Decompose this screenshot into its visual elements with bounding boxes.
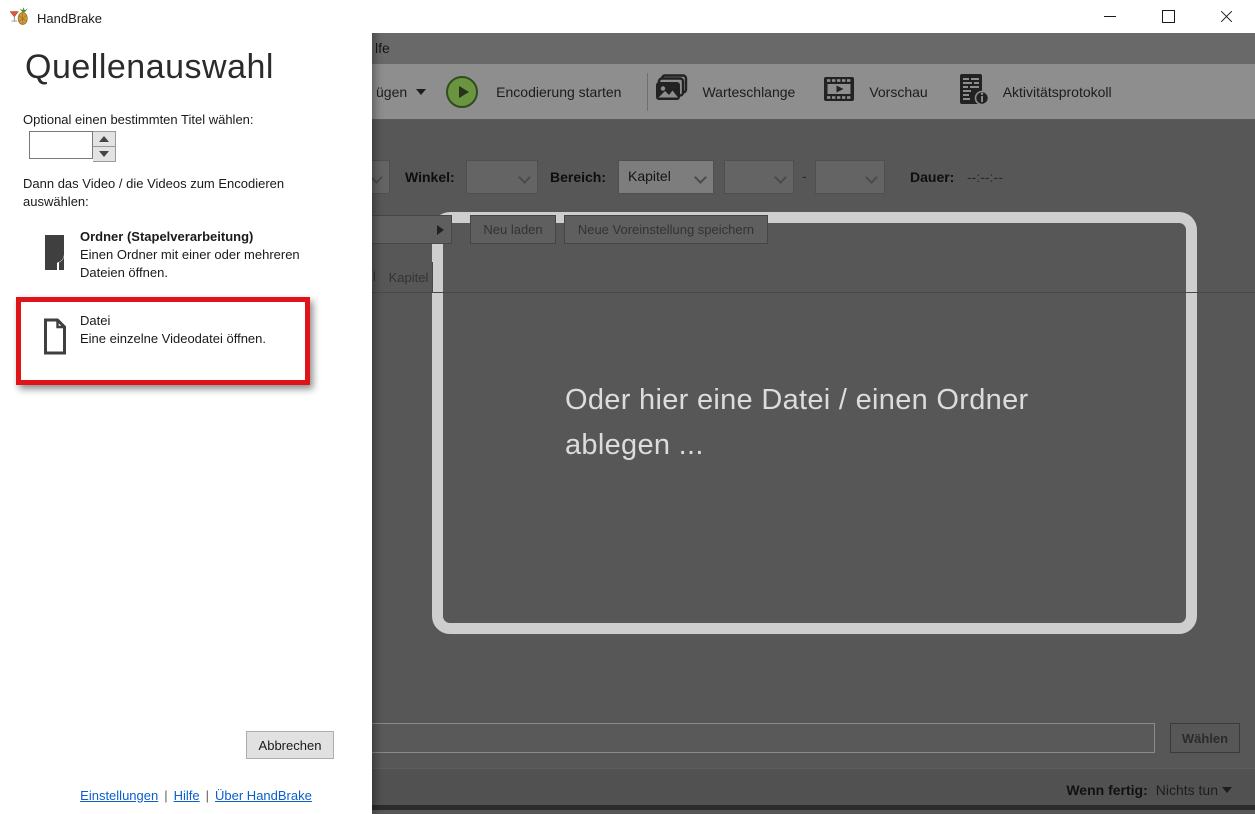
- close-icon: [1220, 10, 1233, 23]
- link-separator: |: [164, 788, 168, 803]
- duration-label: Dauer:: [910, 169, 955, 185]
- range-to-dropdown[interactable]: [815, 160, 885, 194]
- about-link[interactable]: Über HandBrake: [215, 788, 312, 803]
- activity-log-button[interactable]: Aktivitätsprotokoll: [1003, 84, 1112, 100]
- range-type-value: Kapitel: [628, 168, 671, 184]
- link-separator: |: [205, 788, 210, 803]
- maximize-button[interactable]: [1139, 0, 1197, 33]
- cancel-button[interactable]: Abbrechen: [246, 731, 334, 759]
- title-hint: Optional einen bestimmten Titel wählen:: [23, 112, 254, 127]
- instruction-text: Dann das Video / die Videos zum Encodier…: [23, 176, 285, 209]
- add-source-button-fragment[interactable]: ügen: [376, 84, 407, 100]
- drop-zone-message: Oder hier eine Datei / einen Ordner able…: [565, 384, 1029, 461]
- close-button[interactable]: [1197, 0, 1255, 33]
- title-bar: HandBrake: [0, 0, 1255, 33]
- help-link[interactable]: Hilfe: [174, 788, 200, 803]
- range-type-dropdown[interactable]: Kapitel: [618, 160, 714, 194]
- destination-path-field[interactable]: [372, 723, 1155, 753]
- save-preset-button[interactable]: Neue Voreinstellung speichern: [564, 215, 768, 244]
- queue-button[interactable]: Warteschlange: [702, 84, 795, 100]
- start-encode-icon[interactable]: [446, 75, 479, 108]
- range-from-dropdown[interactable]: [724, 160, 794, 194]
- arrow-right-icon: [437, 225, 444, 235]
- chevron-down-icon: [694, 171, 707, 184]
- when-done-control[interactable]: Wenn fertig: Nichts tun: [1066, 782, 1232, 798]
- file-icon: [42, 318, 68, 360]
- option-label: Datei: [80, 313, 111, 328]
- toolbar: ügen Encodierung starten Warteschlange V…: [372, 64, 1255, 120]
- arrow-down-icon: [99, 151, 109, 157]
- when-done-value: Nichts tun: [1155, 782, 1218, 798]
- window-title: HandBrake: [37, 11, 103, 26]
- menu-bar: lfe: [372, 33, 1255, 64]
- main-window-dimmed: lfe ügen Encodierung starten Warteschlan…: [372, 33, 1255, 814]
- title-dropdown-partial[interactable]: [372, 160, 390, 194]
- chevron-down-icon[interactable]: [416, 88, 427, 95]
- option-label: Ordner (Stapelverarbeitung): [80, 229, 254, 244]
- maximize-icon: [1161, 10, 1175, 23]
- minimize-icon: [1104, 16, 1116, 17]
- source-selection-panel: Quellenauswahl Optional einen bestimmten…: [0, 0, 372, 814]
- when-done-label: Wenn fertig:: [1066, 782, 1148, 798]
- preview-button[interactable]: Vorschau: [869, 84, 927, 100]
- tabstrip-divider: [372, 292, 1255, 293]
- tab-fragment[interactable]: l: [373, 269, 376, 284]
- spinner-up-button[interactable]: [93, 132, 115, 146]
- chevron-down-icon: [865, 171, 878, 184]
- reload-preset-button[interactable]: Neu laden: [470, 215, 556, 244]
- folder-batch-icon: [42, 234, 68, 276]
- spinner-down-button[interactable]: [93, 146, 115, 161]
- queue-icon[interactable]: [654, 74, 688, 109]
- menu-item-hilfe-fragment[interactable]: lfe: [375, 40, 390, 56]
- arrow-up-icon: [99, 136, 109, 142]
- option-text: Datei Eine einzelne Videodatei öffnen.: [80, 312, 330, 348]
- preview-icon[interactable]: [823, 76, 855, 107]
- file-drop-zone[interactable]: Oder hier eine Datei / einen Ordner able…: [432, 212, 1197, 634]
- choose-destination-button[interactable]: Wählen: [1170, 723, 1240, 753]
- duration-value: --:--:--: [967, 169, 1003, 185]
- title-number-spinner: [29, 131, 116, 162]
- chevron-down-icon: [1222, 787, 1232, 793]
- option-description: Eine einzelne Videodatei öffnen.: [80, 331, 267, 346]
- title-number-input[interactable]: [29, 131, 93, 159]
- chevron-down-icon: [518, 171, 531, 184]
- tab-kapitel[interactable]: Kapitel: [385, 262, 433, 292]
- minimize-button[interactable]: [1081, 0, 1139, 33]
- handbrake-logo-icon: [9, 6, 29, 31]
- footer-links: Einstellungen | Hilfe | Über HandBrake: [40, 788, 352, 803]
- option-description: Einen Ordner mit einer oder mehreren Dat…: [80, 247, 300, 280]
- range-separator: -: [802, 168, 807, 184]
- play-icon: [458, 85, 469, 98]
- chevron-down-icon: [372, 171, 383, 184]
- activity-log-icon[interactable]: [958, 73, 990, 110]
- chevron-down-icon: [774, 171, 787, 184]
- angle-label: Winkel:: [405, 169, 455, 185]
- panel-title: Quellenauswahl: [25, 48, 274, 86]
- option-text: Ordner (Stapelverarbeitung) Einen Ordner…: [80, 228, 330, 282]
- status-bar: Wenn fertig: Nichts tun: [372, 768, 1255, 810]
- preset-dropdown-partial[interactable]: [372, 215, 452, 244]
- settings-link[interactable]: Einstellungen: [80, 788, 158, 803]
- angle-dropdown[interactable]: [466, 160, 538, 194]
- toolbar-separator: [647, 72, 649, 111]
- range-label: Bereich:: [550, 169, 607, 185]
- window-bottom-edge: [372, 805, 1255, 810]
- start-encode-button[interactable]: Encodierung starten: [496, 84, 621, 100]
